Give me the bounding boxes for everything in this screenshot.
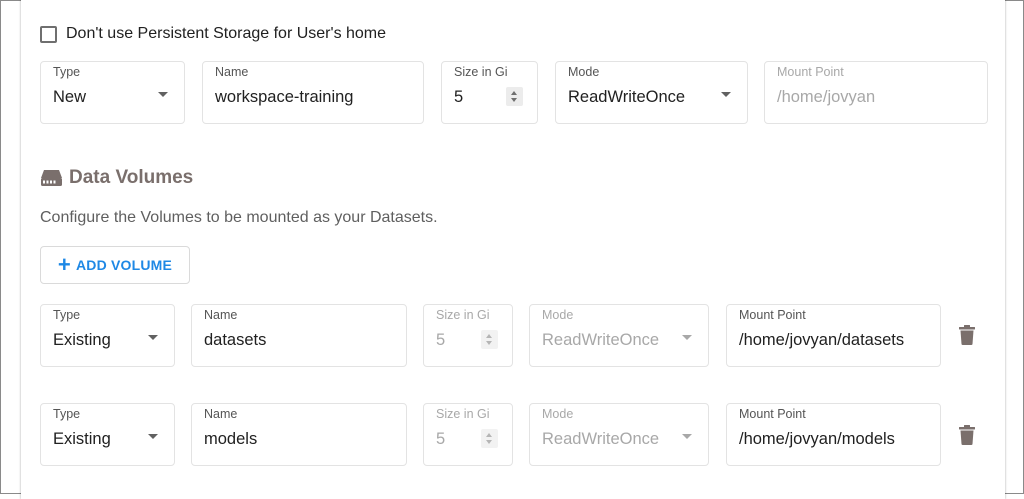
workspace-mode-select[interactable]: Mode ReadWriteOnce bbox=[555, 61, 748, 124]
field-value: workspace-training bbox=[215, 88, 354, 106]
field-label: Mode bbox=[542, 308, 574, 322]
field-label: Mount Point bbox=[739, 407, 806, 421]
volume-size-input: Size in Gi 5 bbox=[423, 403, 513, 466]
field-value: datasets bbox=[204, 331, 267, 349]
field-label: Type bbox=[53, 308, 81, 322]
volume-size-input: Size in Gi 5 bbox=[423, 304, 513, 367]
volume-mount-point-input[interactable]: Mount Point /home/jovyan/models bbox=[726, 403, 941, 466]
section-title-text: Data Volumes bbox=[69, 167, 194, 188]
field-label: Mount Point bbox=[739, 308, 806, 322]
dropdown-arrow-icon bbox=[682, 335, 692, 340]
delete-volume-button[interactable] bbox=[959, 425, 975, 445]
field-value: /home/jovyan/models bbox=[739, 430, 895, 448]
workspace-type-select[interactable]: Type New bbox=[40, 61, 185, 124]
field-value: models bbox=[204, 430, 258, 448]
persistent-storage-label: Don't use Persistent Storage for User's … bbox=[66, 25, 387, 42]
window-frame: Don't use Persistent Storage for User's … bbox=[0, 0, 1024, 499]
dropdown-arrow-icon bbox=[148, 434, 158, 439]
field-value: ReadWriteOnce bbox=[542, 430, 660, 448]
field-label: Name bbox=[204, 407, 238, 421]
volume-mode-select: Mode ReadWriteOnce bbox=[529, 403, 709, 466]
field-value: 5 bbox=[454, 88, 464, 106]
dropdown-arrow-icon bbox=[682, 434, 692, 439]
field-label: Mode bbox=[542, 407, 574, 421]
field-label: Size in Gi bbox=[436, 407, 490, 421]
field-value: Existing bbox=[53, 430, 111, 448]
field-label: Type bbox=[53, 407, 81, 421]
persistent-storage-option[interactable]: Don't use Persistent Storage for User's … bbox=[40, 25, 386, 43]
field-label: Size in Gi bbox=[436, 308, 490, 322]
volume-type-select[interactable]: Type Existing bbox=[40, 403, 175, 466]
data-volumes-description: Configure the Volumes to be mounted as y… bbox=[40, 209, 438, 226]
field-value: 5 bbox=[436, 430, 446, 448]
workspace-mount-point-input: Mount Point /home/jovyan bbox=[764, 61, 988, 124]
field-label: Size in Gi bbox=[454, 65, 508, 79]
workspace-name-input[interactable]: Name workspace-training bbox=[202, 61, 424, 124]
field-value: /home/jovyan/datasets bbox=[739, 331, 905, 349]
field-label: Name bbox=[204, 308, 238, 322]
field-label: Name bbox=[215, 65, 249, 79]
number-stepper bbox=[481, 429, 498, 448]
field-label: Type bbox=[53, 65, 81, 79]
dropdown-arrow-icon bbox=[158, 92, 168, 97]
dropdown-arrow-icon bbox=[148, 335, 158, 340]
add-volume-button[interactable]: + ADD VOLUME bbox=[40, 246, 190, 284]
persistent-storage-checkbox[interactable] bbox=[40, 25, 57, 43]
field-label: Mount Point bbox=[777, 65, 844, 79]
data-volumes-heading: Data Volumes bbox=[40, 167, 193, 189]
number-stepper[interactable] bbox=[506, 87, 523, 106]
field-value: ReadWriteOnce bbox=[568, 88, 686, 106]
volume-type-select[interactable]: Type Existing bbox=[40, 304, 175, 367]
field-value: /home/jovyan bbox=[777, 88, 876, 106]
number-stepper bbox=[481, 330, 498, 349]
field-value: ReadWriteOnce bbox=[542, 331, 660, 349]
volume-name-select[interactable]: Name models bbox=[191, 403, 407, 466]
field-value: New bbox=[53, 88, 87, 106]
hard-drive-icon bbox=[41, 170, 62, 186]
volume-mode-select: Mode ReadWriteOnce bbox=[529, 304, 709, 367]
workspace-size-input[interactable]: Size in Gi 5 bbox=[441, 61, 538, 124]
dropdown-arrow-icon bbox=[721, 92, 731, 97]
field-value: 5 bbox=[436, 331, 446, 349]
delete-volume-button[interactable] bbox=[959, 325, 975, 345]
plus-icon: + bbox=[57, 252, 71, 277]
field-value: Existing bbox=[53, 331, 111, 349]
volume-mount-point-input[interactable]: Mount Point /home/jovyan/datasets bbox=[726, 304, 941, 367]
field-label: Mode bbox=[568, 65, 600, 79]
add-volume-label: ADD VOLUME bbox=[75, 257, 173, 273]
volume-name-select[interactable]: Name datasets bbox=[191, 304, 407, 367]
